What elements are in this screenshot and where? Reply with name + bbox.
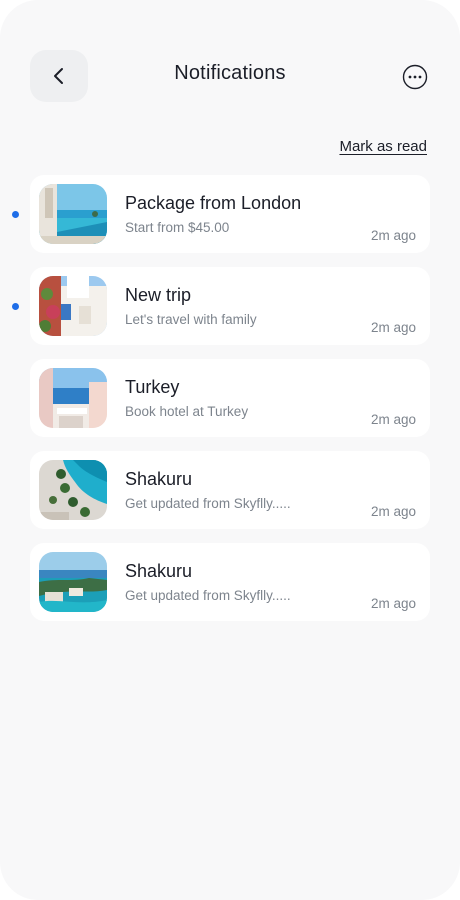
notification-subtitle: Let's travel with family [125,312,257,327]
notification-item[interactable]: New trip Let's travel with family 2m ago [12,267,430,345]
notification-item[interactable]: Shakuru Get updated from Skyflly..... 2m… [30,543,430,621]
notification-title: Shakuru [125,469,193,489]
page-title: Notifications [174,62,286,84]
notification-item[interactable]: Turkey Book hotel at Turkey 2m ago [30,359,430,437]
notification-thumbnail [39,368,107,428]
header: Notifications [0,0,460,130]
notification-time: 2m ago [370,412,416,427]
notification-title: Shakuru [125,561,193,581]
notification-title: Turkey [125,377,180,397]
notification-title: Package from London [125,193,302,213]
notification-time: 2m ago [370,504,416,519]
unread-dot [12,211,19,218]
more-button[interactable] [402,64,428,90]
notification-title: New trip [125,285,192,305]
notification-time: 2m ago [370,228,416,243]
notification-subtitle: Get updated from Skyflly..... [125,588,291,603]
notification-time: 2m ago [370,596,416,611]
notification-thumbnail [39,552,107,612]
notification-item[interactable]: Shakuru Get updated from Skyflly..... 2m… [30,451,430,529]
notification-subtitle: Start from $45.00 [125,220,230,235]
notification-subtitle: Get updated from Skyflly..... [125,496,291,511]
notification-thumbnail [39,184,107,244]
notification-thumbnail [39,460,107,520]
more-horizontal-icon [402,64,428,90]
notification-item[interactable]: Package from London Start from $45.00 2m… [12,175,430,253]
notification-time: 2m ago [370,320,416,335]
notification-subtitle: Book hotel at Turkey [125,404,249,419]
notifications-screen: Notifications Mark as read Package from … [0,0,460,900]
notification-thumbnail [39,276,107,336]
mark-as-read-link[interactable]: Mark as read [339,138,427,155]
unread-dot [12,303,19,310]
